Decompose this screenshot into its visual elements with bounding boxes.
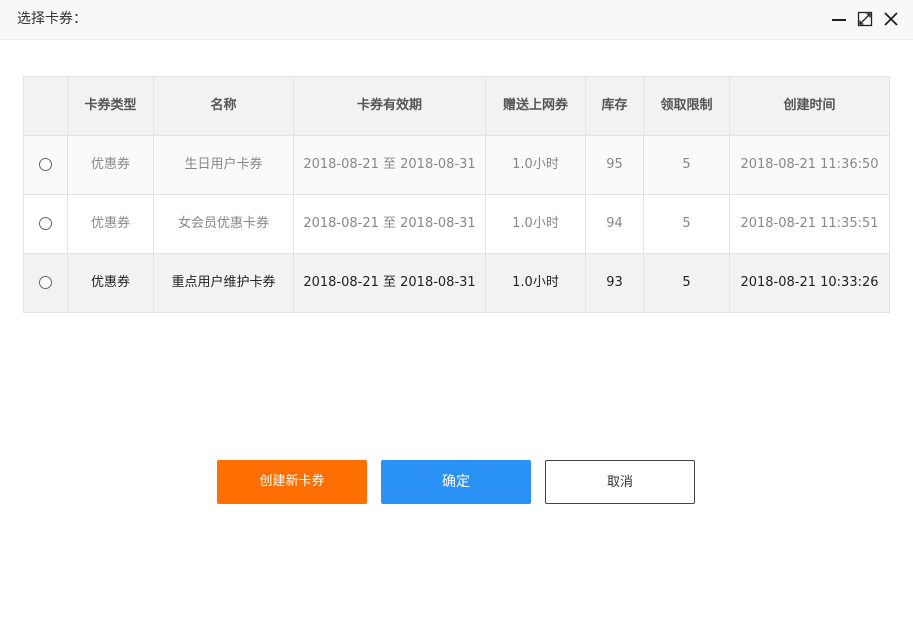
cell-validity: 2018-08-21 至 2018-08-31 <box>293 194 486 254</box>
cell-stock: 94 <box>585 194 644 254</box>
header-gift: 赠送上网券 <box>485 76 586 136</box>
row-select-cell[interactable] <box>23 135 68 195</box>
cell-type: 优惠券 <box>67 135 154 195</box>
header-created: 创建时间 <box>729 76 890 136</box>
row-select-cell[interactable] <box>23 253 68 313</box>
cell-gift: 1.0小时 <box>485 194 586 254</box>
maximize-icon[interactable] <box>857 11 873 27</box>
cancel-button[interactable]: 取消 <box>545 460 695 504</box>
confirm-button[interactable]: 确定 <box>381 460 531 504</box>
header-stock: 库存 <box>585 76 644 136</box>
cell-validity: 2018-08-21 至 2018-08-31 <box>293 135 486 195</box>
cell-type: 优惠券 <box>67 253 154 313</box>
minimize-icon[interactable] <box>831 11 847 27</box>
row-radio[interactable] <box>39 158 52 171</box>
cell-limit: 5 <box>643 135 730 195</box>
create-coupon-button[interactable]: 创建新卡券 <box>217 460 367 504</box>
coupon-select-dialog: 选择卡券： 卡券类型 名称 卡券有效期 赠送上网券 库存 领取限制 创建时间 优… <box>0 0 913 643</box>
dialog-title: 选择卡券： <box>17 11 87 27</box>
cell-type: 优惠券 <box>67 194 154 254</box>
table-row[interactable]: 优惠券 生日用户卡券 2018-08-21 至 2018-08-31 1.0小时… <box>23 135 890 195</box>
row-select-cell[interactable] <box>23 194 68 254</box>
cell-gift: 1.0小时 <box>485 253 586 313</box>
cell-stock: 93 <box>585 253 644 313</box>
row-radio[interactable] <box>39 217 52 230</box>
cell-limit: 5 <box>643 253 730 313</box>
header-validity: 卡券有效期 <box>293 76 486 136</box>
cell-name: 女会员优惠卡券 <box>153 194 294 254</box>
cell-limit: 5 <box>643 194 730 254</box>
table-row[interactable]: 优惠券 重点用户维护卡券 2018-08-21 至 2018-08-31 1.0… <box>23 253 890 313</box>
cell-created: 2018-08-21 11:35:51 <box>729 194 890 254</box>
row-radio[interactable] <box>39 276 52 289</box>
cell-created: 2018-08-21 11:36:50 <box>729 135 890 195</box>
header-select <box>23 76 68 136</box>
cell-name: 生日用户卡券 <box>153 135 294 195</box>
cell-gift: 1.0小时 <box>485 135 586 195</box>
table-row[interactable]: 优惠券 女会员优惠卡券 2018-08-21 至 2018-08-31 1.0小… <box>23 194 890 254</box>
header-type: 卡券类型 <box>67 76 154 136</box>
header-name: 名称 <box>153 76 294 136</box>
close-icon[interactable] <box>883 11 899 27</box>
header-limit: 领取限制 <box>643 76 730 136</box>
table-header-row: 卡券类型 名称 卡券有效期 赠送上网券 库存 领取限制 创建时间 <box>23 76 890 136</box>
cell-stock: 95 <box>585 135 644 195</box>
cell-validity: 2018-08-21 至 2018-08-31 <box>293 253 486 313</box>
dialog-titlebar: 选择卡券： <box>0 0 913 40</box>
cell-created: 2018-08-21 10:33:26 <box>729 253 890 313</box>
coupon-table: 卡券类型 名称 卡券有效期 赠送上网券 库存 领取限制 创建时间 优惠券 生日用… <box>23 76 890 313</box>
cell-name: 重点用户维护卡券 <box>153 253 294 313</box>
